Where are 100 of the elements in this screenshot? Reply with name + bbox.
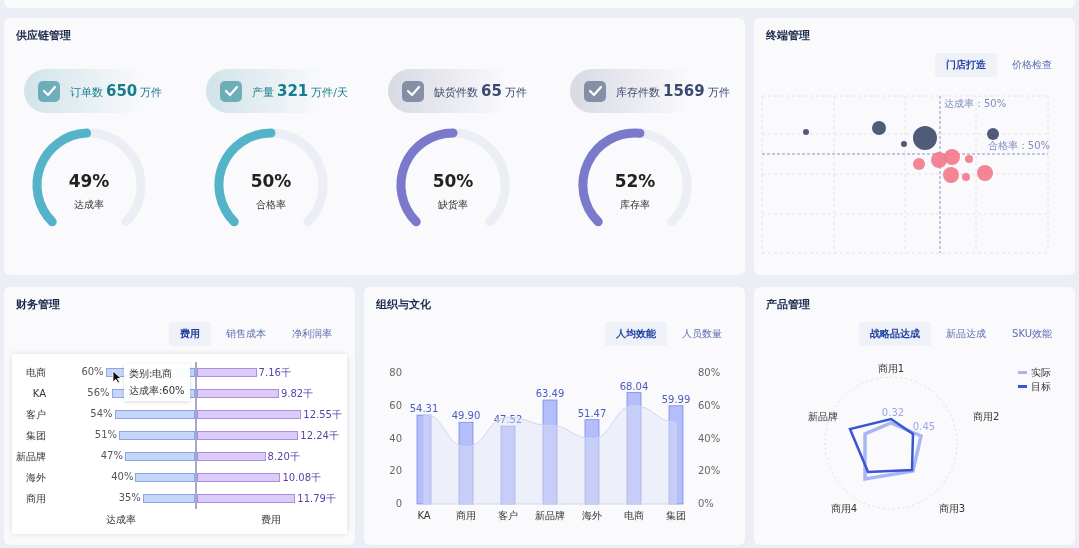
axis-tick: 60 <box>389 399 402 411</box>
value-label: 35% <box>118 492 141 503</box>
axis-tick: 40% <box>698 432 721 444</box>
value-label: 7.16千 <box>258 366 291 380</box>
panel-title: 供应链管理 <box>16 28 71 43</box>
value-label: 63.49 <box>535 388 565 400</box>
tab[interactable]: 人员数量 <box>671 322 733 346</box>
category-label: 商用 <box>456 510 476 521</box>
gauge-value: 52% <box>614 171 656 191</box>
category-label: 海外 <box>26 470 46 485</box>
value-label: 12.55千 <box>303 408 342 422</box>
category-label: 电商 <box>624 510 644 521</box>
axis-title: 达成率 <box>106 513 136 527</box>
tab[interactable]: 新品达成 <box>935 322 998 346</box>
category-label: 客户 <box>26 407 46 422</box>
value-label: 49.90 <box>451 410 481 422</box>
kpi-text: 库存件数 1569 万件 <box>616 82 730 100</box>
bubble <box>987 128 999 140</box>
axis-title: 费用 <box>261 513 281 527</box>
bubble <box>913 158 925 170</box>
cursor-icon <box>112 370 122 384</box>
tooltip-text: 达成率:60% <box>129 384 185 398</box>
gauge-label: 合格率 <box>256 198 286 212</box>
gauge-label: 达成率 <box>74 198 104 212</box>
axis-label: 商用3 <box>938 503 966 514</box>
axis-tick: 20% <box>698 465 721 477</box>
value-label: 47% <box>100 450 123 461</box>
bubble <box>872 121 886 135</box>
value-label: 0.32 <box>881 407 905 418</box>
category-label: 集团 <box>666 510 686 521</box>
value-label: 47.52 <box>493 414 523 426</box>
value-label: 54.31 <box>409 403 439 415</box>
value-label: 9.82千 <box>280 387 314 401</box>
value-label: 51% <box>94 429 117 440</box>
value-label: 10.08千 <box>282 471 322 485</box>
bubble <box>913 126 937 150</box>
tab[interactable]: 人均效能 <box>605 322 667 346</box>
value-label: 11.79千 <box>297 492 336 506</box>
axis-tick: 80% <box>698 367 721 378</box>
panel-title: 财务管理 <box>16 297 60 312</box>
axis-tick: 60% <box>698 399 721 411</box>
check-icon <box>218 78 244 104</box>
axis-label: 商用2 <box>973 411 1000 422</box>
category-label: 新品牌 <box>535 510 565 521</box>
tooltip-text: 类别:电商 <box>129 367 174 381</box>
value-label: 40% <box>111 471 134 482</box>
radar-shape <box>848 417 915 474</box>
kpi-text: 产量 321 万件/天 <box>252 82 349 100</box>
category-label: 海外 <box>582 510 602 521</box>
category-label: 集团 <box>26 428 46 443</box>
axis-tick: 0% <box>698 498 714 509</box>
tab[interactable]: SKU效能 <box>1001 322 1063 346</box>
legend-label: 目标 <box>1031 381 1051 392</box>
tab[interactable]: 门店打造 <box>935 53 997 77</box>
bubble <box>962 173 970 181</box>
bubble <box>931 152 947 168</box>
value-label: 56% <box>87 387 110 398</box>
bubble <box>803 129 809 135</box>
category-label: 电商 <box>26 365 46 380</box>
check-icon <box>36 78 62 104</box>
bubble <box>965 155 973 163</box>
bubble <box>943 167 959 183</box>
gauge-value: 49% <box>68 171 110 191</box>
gauge-value: 50% <box>250 171 292 191</box>
tab[interactable]: 净利润率 <box>281 322 343 346</box>
value-label: 8.20千 <box>267 450 300 464</box>
category-label: KA <box>417 510 431 521</box>
panel-title: 组织与文化 <box>376 297 431 312</box>
panel-title: 终端管理 <box>766 28 810 43</box>
tab[interactable]: 价格检查 <box>1001 53 1063 77</box>
tab[interactable]: 销售成本 <box>215 322 277 346</box>
axis-label: 商用4 <box>830 503 858 514</box>
bubble <box>944 149 960 165</box>
gauge-label: 库存率 <box>620 198 650 212</box>
reference-label: 合格率：50% <box>987 140 1050 151</box>
check-icon <box>400 78 426 104</box>
axis-tick: 40 <box>389 432 402 444</box>
tab[interactable]: 费用 <box>169 322 211 346</box>
gauge-value: 50% <box>432 171 474 191</box>
category-label: 客户 <box>498 510 518 521</box>
kpi-text: 缺货件数 65 万件 <box>434 82 527 100</box>
axis-label: 新品牌 <box>808 411 838 422</box>
panel-title: 产品管理 <box>766 297 810 312</box>
category-label: 商用 <box>26 491 46 506</box>
value-label: 51.47 <box>577 407 607 419</box>
check-icon <box>582 78 608 104</box>
kpi-text: 订单数 650 万件 <box>70 82 163 100</box>
axis-label: 商用1 <box>877 363 905 374</box>
value-label: 59.99 <box>661 393 691 405</box>
axis-tick: 80 <box>389 367 402 378</box>
value-label: 12.24千 <box>300 429 339 443</box>
value-label: 0.45 <box>912 421 936 432</box>
value-label: 60% <box>81 366 104 377</box>
tab[interactable]: 战略品达成 <box>859 322 932 346</box>
category-label: KA <box>32 388 46 399</box>
bubble <box>977 165 993 181</box>
legend-label: 实际 <box>1031 367 1051 378</box>
gauge-label: 缺货率 <box>438 198 468 212</box>
bubble <box>901 141 907 147</box>
reference-label: 达成率：50% <box>944 98 1007 109</box>
